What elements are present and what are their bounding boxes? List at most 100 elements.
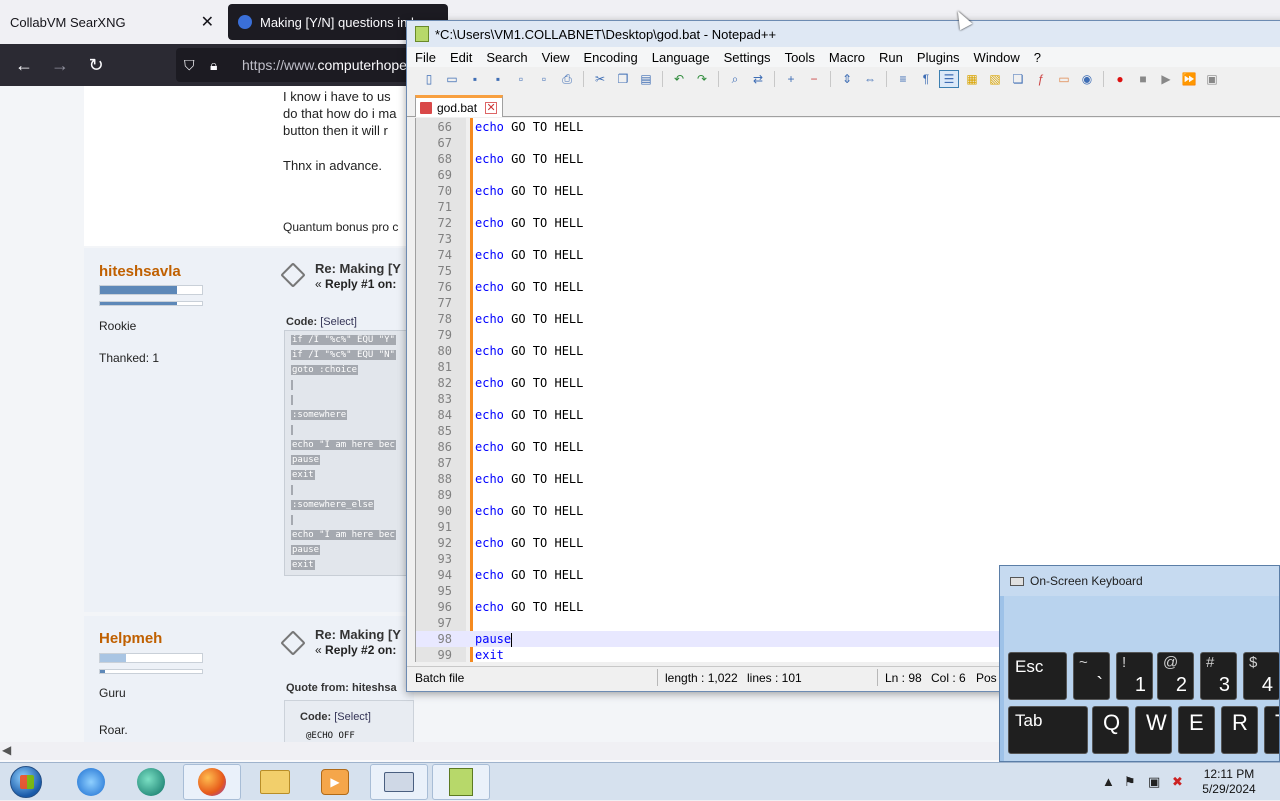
taskbar-notepad-plus-plus[interactable] [432, 764, 490, 800]
tab-god-bat[interactable]: god.bat ✕ [415, 95, 503, 117]
user-defined-language-icon[interactable]: ▦ [962, 70, 982, 88]
key-e[interactable]: E [1178, 706, 1215, 754]
key-t[interactable]: T [1264, 706, 1279, 754]
start-button[interactable] [6, 764, 46, 800]
taskbar-media-player[interactable]: ▶ [306, 764, 364, 800]
save-icon[interactable]: ▪ [465, 70, 485, 88]
taskbar-internet-explorer[interactable] [62, 764, 120, 800]
editor-line[interactable]: 72 echo GO TO HELL [416, 215, 1280, 231]
menu-tools[interactable]: Tools [785, 50, 815, 65]
show-hidden-icons-icon[interactable]: ▲ [1102, 774, 1115, 789]
editor-line[interactable]: 78 echo GO TO HELL [416, 311, 1280, 327]
editor-line[interactable]: 67 [416, 135, 1280, 151]
tab-close-icon[interactable]: ✕ [485, 101, 498, 114]
sync-horizontal-icon[interactable]: ⇔ [860, 70, 880, 88]
editor-line[interactable]: 76 echo GO TO HELL [416, 279, 1280, 295]
editor-line[interactable]: 87 [416, 455, 1280, 471]
macro-play-icon[interactable]: ▶ [1156, 70, 1176, 88]
redo-icon[interactable]: ↷ [692, 70, 712, 88]
monitoring-icon[interactable]: ◉ [1077, 70, 1097, 88]
editor-line[interactable]: 74 echo GO TO HELL [416, 247, 1280, 263]
key-q[interactable]: Q [1092, 706, 1129, 754]
copy-icon[interactable]: ❐ [613, 70, 633, 88]
editor-line[interactable]: 69 [416, 167, 1280, 183]
taskbar-clock[interactable]: 12:11 PM 5/29/2024 [1184, 767, 1274, 797]
editor-line[interactable]: 86 echo GO TO HELL [416, 439, 1280, 455]
key-tab[interactable]: Tab [1008, 706, 1088, 754]
new-file-icon[interactable]: ▯ [419, 70, 439, 88]
key-4[interactable]: $4 [1243, 652, 1279, 700]
editor-line[interactable]: 89 [416, 487, 1280, 503]
menu-run[interactable]: Run [879, 50, 903, 65]
menu-macro[interactable]: Macro [829, 50, 865, 65]
code-select-link[interactable]: [Select] [334, 711, 371, 723]
print-icon[interactable]: ⎙ [557, 70, 577, 88]
menu-settings[interactable]: Settings [724, 50, 771, 65]
reply-title-link[interactable]: Re: Making [Y [315, 261, 401, 276]
editor-line[interactable]: 90 echo GO TO HELL [416, 503, 1280, 519]
page-horizontal-scrollbar[interactable]: ◀ [0, 742, 1000, 760]
function-list-icon[interactable]: ƒ [1031, 70, 1051, 88]
menu-window[interactable]: Window [974, 50, 1020, 65]
macro-run-multiple-icon[interactable]: ⏩ [1179, 70, 1199, 88]
replace-icon[interactable]: ⇄ [748, 70, 768, 88]
editor-line[interactable]: 75 [416, 263, 1280, 279]
scroll-left-arrow-icon[interactable]: ◀ [2, 743, 11, 757]
editor-line[interactable]: 81 [416, 359, 1280, 375]
editor-line[interactable]: 71 [416, 199, 1280, 215]
editor-line[interactable]: 79 [416, 327, 1280, 343]
word-wrap-icon[interactable]: ≡ [893, 70, 913, 88]
editor-line[interactable]: 85 [416, 423, 1280, 439]
menu-edit[interactable]: Edit [450, 50, 472, 65]
menu-plugins[interactable]: Plugins [917, 50, 960, 65]
folder-as-workspace-icon[interactable]: ▭ [1054, 70, 1074, 88]
lock-icon[interactable]: 🔒︎ [210, 57, 230, 74]
zoom-in-icon[interactable]: + [781, 70, 801, 88]
osk-titlebar[interactable]: On-Screen Keyboard [1000, 566, 1279, 596]
reply-title-link[interactable]: Re: Making [Y [315, 627, 401, 642]
taskbar-on-screen-keyboard[interactable] [370, 764, 428, 800]
editor-line[interactable]: 91 [416, 519, 1280, 535]
code-select-link[interactable]: [Select] [320, 316, 357, 328]
editor-line[interactable]: 66 echo GO TO HELL [416, 119, 1280, 135]
cut-icon[interactable]: ✂ [590, 70, 610, 88]
taskbar-firefox[interactable] [183, 764, 241, 800]
editor-line[interactable]: 77 [416, 295, 1280, 311]
key-r[interactable]: R [1221, 706, 1258, 754]
tracking-shield-icon[interactable]: ⛉ [184, 57, 204, 74]
forward-button[interactable]: → [42, 49, 78, 81]
key-1[interactable]: ! 1 [1116, 652, 1153, 700]
code-block[interactable]: if /I "%c%" EQU "Y" if /I "%c%" EQU "N" go… [284, 330, 414, 576]
show-all-characters-icon[interactable]: ¶ [916, 70, 936, 88]
editor-line[interactable]: 73 [416, 231, 1280, 247]
browser-tab-searxng[interactable]: CollabVM SearXNG ✕ [0, 4, 224, 40]
editor-line[interactable]: 80 echo GO TO HELL [416, 343, 1280, 359]
editor-line[interactable]: 83 [416, 391, 1280, 407]
find-icon[interactable]: ⌕ [725, 70, 745, 88]
tab-close-icon[interactable]: ✕ [201, 12, 214, 32]
open-file-icon[interactable]: ▭ [442, 70, 462, 88]
document-list-icon[interactable]: ❏ [1008, 70, 1028, 88]
menu-language[interactable]: Language [652, 50, 710, 65]
editor-line[interactable]: 68 echo GO TO HELL [416, 151, 1280, 167]
menu-view[interactable]: View [542, 50, 570, 65]
paste-icon[interactable]: ▤ [636, 70, 656, 88]
save-all-icon[interactable]: ▪ [488, 70, 508, 88]
username-link[interactable]: hiteshsavla [99, 263, 181, 280]
editor-line[interactable]: 84 echo GO TO HELL [416, 407, 1280, 423]
back-button[interactable]: ← [6, 49, 42, 81]
editor-line[interactable]: 88 echo GO TO HELL [416, 471, 1280, 487]
menu-encoding[interactable]: Encoding [584, 50, 638, 65]
undo-icon[interactable]: ↶ [669, 70, 689, 88]
indent-guide-icon[interactable]: ☰ [939, 70, 959, 88]
editor-line[interactable]: 82 echo GO TO HELL [416, 375, 1280, 391]
action-center-flag-icon[interactable]: ⚑ [1124, 774, 1136, 790]
menu-file[interactable]: File [415, 50, 436, 65]
editor-line[interactable]: 92 echo GO TO HELL [416, 535, 1280, 551]
sync-vertical-icon[interactable]: ⇕ [837, 70, 857, 88]
reload-button[interactable]: ↻ [78, 49, 114, 81]
macro-stop-icon[interactable]: ■ [1133, 70, 1153, 88]
editor-line[interactable]: 70 echo GO TO HELL [416, 183, 1280, 199]
menu-help[interactable]: ? [1034, 50, 1041, 65]
key-3[interactable]: #3 [1200, 652, 1237, 700]
